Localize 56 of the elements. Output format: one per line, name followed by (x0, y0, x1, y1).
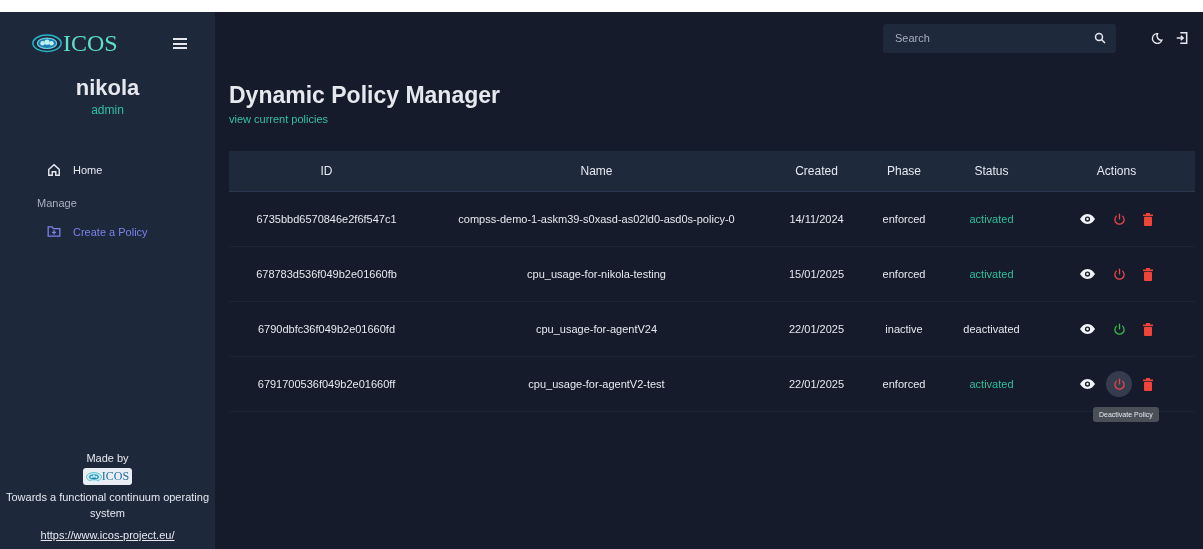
status-text: activated (969, 378, 1014, 390)
user-role: admin (90, 103, 125, 117)
column-header: Status (973, 164, 1010, 178)
phase-cell: enforced (882, 268, 926, 280)
cloud-logo-icon (85, 471, 102, 482)
trash-icon[interactable] (1143, 322, 1153, 336)
moon-icon[interactable] (1150, 31, 1163, 45)
logout-icon[interactable] (1175, 31, 1189, 45)
column-header: ID (319, 164, 334, 178)
made-by-text: Made by (86, 452, 129, 464)
column-header: Created (794, 164, 839, 178)
power-button[interactable] (1106, 371, 1132, 397)
date-cell: 22/01/2025 (788, 323, 845, 335)
name-cell: compss-demo-1-askm39-s0xasd-as02ld0-asd0s-policy-0 (458, 213, 735, 225)
phase-cell: enforced (882, 378, 926, 390)
nav-link[interactable]: Create a Policy (47, 219, 148, 244)
status-text: activated (969, 213, 1014, 225)
id-cell: 678783d536f049b2e01660fb (256, 268, 397, 280)
name-cell: cpu_usage-for-agentV24 (535, 323, 658, 335)
name-cell: cpu_usage-for-nikola-testing (527, 268, 666, 280)
trash-icon[interactable] (1143, 377, 1153, 391)
tagline: Towards a functional continuum operating system (5, 490, 210, 521)
footer-logo: ICOS (82, 468, 133, 485)
id-cell: 6735bbd6570846e2f6f547c1 (256, 213, 397, 225)
page-subtitle: view current policies (229, 113, 329, 125)
column-header: Actions (1095, 164, 1138, 178)
view-eye-icon[interactable] (1080, 324, 1095, 334)
date-cell: 22/01/2025 (788, 378, 845, 390)
status-text: activated (969, 268, 1014, 280)
date-cell: 15/01/2025 (788, 268, 845, 280)
trash-icon[interactable] (1143, 212, 1153, 226)
user-name: nikola (75, 75, 140, 101)
id-cell: 6791700536f049b2e01660ff (257, 378, 396, 390)
status-text: deactivated (963, 323, 1020, 335)
section-label: Manage (37, 197, 77, 209)
search-field[interactable]: Search (883, 23, 1116, 53)
phase-cell: inactive (885, 323, 923, 335)
view-eye-icon[interactable] (1080, 269, 1095, 279)
view-eye-icon[interactable] (1080, 214, 1095, 224)
trash-icon[interactable] (1143, 267, 1153, 281)
logo-text: ICOS (63, 30, 118, 57)
id-cell: 6790dbfc36f049b2e01660fd (258, 323, 395, 335)
column-header: Phase (886, 164, 922, 178)
project-link[interactable]: https://www.icos-project.eu/ (40, 529, 175, 541)
page-title: Dynamic Policy Manager (229, 82, 500, 108)
name-cell: cpu_usage-for-agentV2-test (528, 378, 665, 390)
home-icon (47, 163, 61, 177)
folder-plus-icon (47, 225, 61, 238)
cloud-logo-icon (32, 34, 62, 53)
menu-icon[interactable] (173, 38, 187, 49)
search-icon[interactable] (1094, 31, 1106, 44)
nav-link[interactable]: Home (47, 157, 103, 183)
view-eye-icon[interactable] (1080, 379, 1095, 389)
column-header: Name (579, 164, 614, 178)
date-cell: 14/11/2024 (789, 213, 844, 225)
phase-cell: enforced (882, 213, 926, 225)
